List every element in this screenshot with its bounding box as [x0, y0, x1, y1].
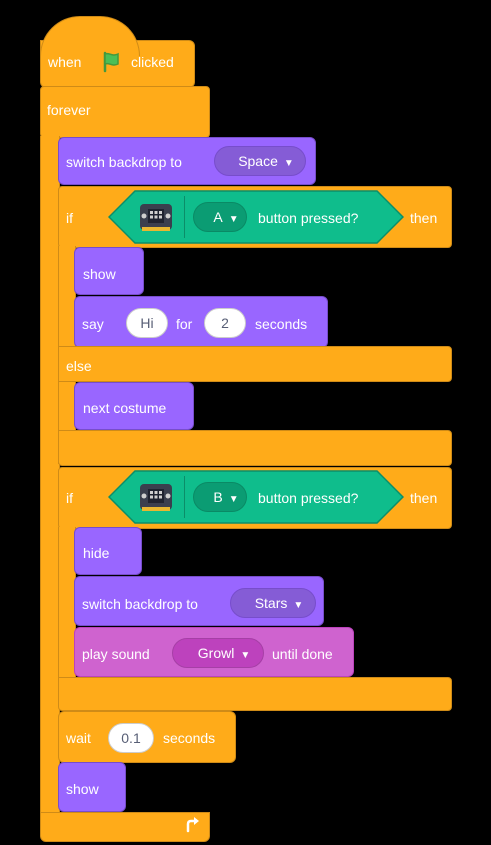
backdrop-value: Space: [238, 153, 278, 169]
show-label: show: [83, 266, 116, 282]
if-bottom: [58, 677, 452, 711]
green-flag-icon: [100, 50, 124, 79]
for-label: for: [176, 316, 193, 332]
say-label: say: [82, 316, 104, 332]
seconds-label: seconds: [255, 316, 308, 332]
backdrop-dropdown[interactable]: Space ▼: [214, 146, 306, 176]
dropdown-arrow-icon: ▼: [228, 214, 239, 225]
dropdown-arrow-icon: ▼: [283, 158, 294, 169]
hat-cap: [40, 16, 140, 56]
microbit-icon: [138, 478, 174, 519]
say-seconds-value: 2: [221, 315, 229, 331]
microbit-icon: [138, 198, 174, 239]
hide-label: hide: [83, 545, 110, 561]
backdrop-value: Stars: [254, 595, 288, 611]
sound-dropdown[interactable]: Growl ▼: [172, 638, 264, 668]
when-label: when: [48, 54, 82, 70]
button-b-dropdown[interactable]: B ▼: [193, 482, 247, 512]
button-pressed-label: button pressed?: [258, 210, 359, 226]
wait-seconds-input[interactable]: 0.1: [108, 723, 154, 753]
forever-label: forever: [47, 102, 91, 118]
clicked-label: clicked: [131, 54, 174, 70]
sensor-divider: [184, 476, 185, 518]
next-costume-label: next costume: [83, 400, 167, 416]
dropdown-arrow-icon: ▼: [228, 494, 239, 505]
loop-arrow-icon: [184, 816, 202, 839]
sound-value: Growl: [197, 645, 235, 661]
button-b-value: B: [213, 489, 223, 505]
say-text-value: Hi: [140, 315, 154, 331]
switch-backdrop-label: switch backdrop to: [66, 154, 182, 170]
then-label: then: [410, 490, 438, 506]
show-label: show: [66, 781, 99, 797]
wait-seconds-label: seconds: [163, 730, 216, 746]
forever-arm: [40, 136, 60, 816]
say-text-input[interactable]: Hi: [126, 308, 168, 338]
button-pressed-label: button pressed?: [258, 490, 359, 506]
switch-backdrop-label: switch backdrop to: [82, 596, 198, 612]
dropdown-arrow-icon: ▼: [293, 600, 304, 611]
else-label: else: [66, 358, 92, 374]
if-label: if: [66, 210, 73, 226]
wait-seconds-value: 0.1: [121, 730, 141, 746]
else-bar: [58, 346, 452, 382]
dropdown-arrow-icon: ▼: [240, 650, 251, 661]
then-label: then: [410, 210, 438, 226]
until-done-label: until done: [272, 646, 333, 662]
button-a-value: A: [213, 209, 223, 225]
wait-label: wait: [66, 730, 91, 746]
backdrop-dropdown[interactable]: Stars ▼: [230, 588, 316, 618]
play-sound-label: play sound: [82, 646, 150, 662]
if-else-bottom: [58, 430, 452, 466]
if-label: if: [66, 490, 73, 506]
sensor-divider: [184, 196, 185, 238]
button-a-dropdown[interactable]: A ▼: [193, 202, 247, 232]
say-seconds-input[interactable]: 2: [204, 308, 246, 338]
